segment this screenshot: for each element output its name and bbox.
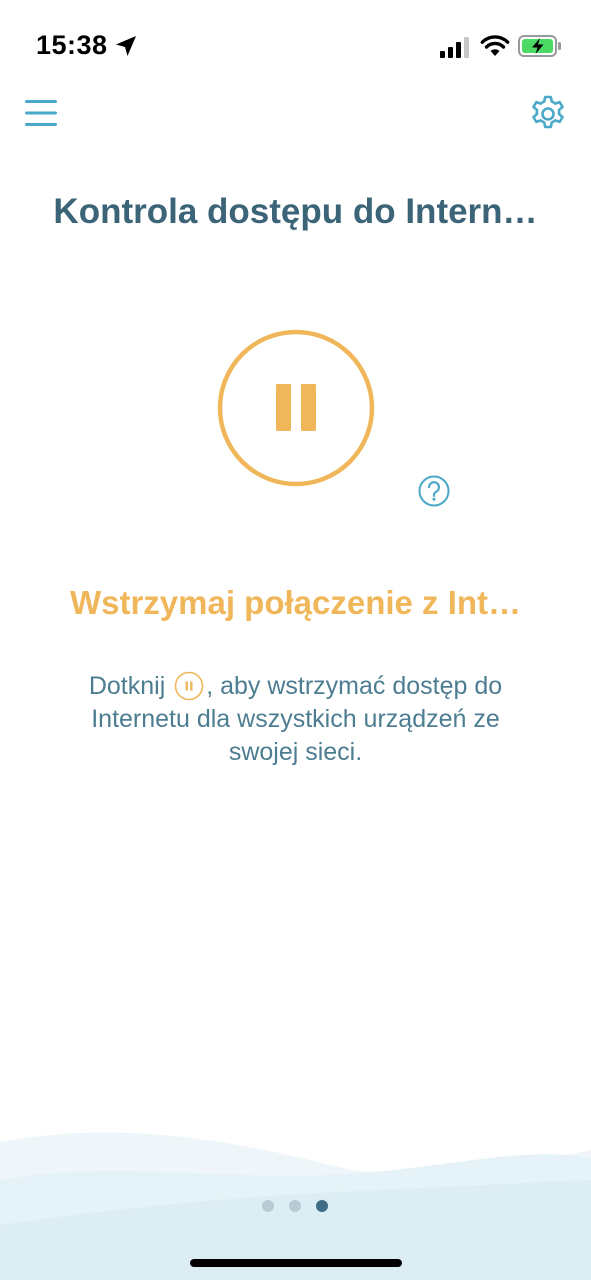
page-indicator xyxy=(258,1200,334,1214)
help-button[interactable] xyxy=(417,474,451,508)
battery-charging-icon xyxy=(518,35,561,57)
question-icon xyxy=(418,475,450,507)
pause-icon xyxy=(276,384,316,431)
menu-button[interactable] xyxy=(22,94,60,132)
home-indicator[interactable] xyxy=(190,1259,402,1267)
cellular-signal-icon xyxy=(440,37,469,58)
settings-button[interactable] xyxy=(528,94,568,134)
pause-internet-button[interactable] xyxy=(217,329,375,487)
page-title: Kontrola dostępu do Intern… xyxy=(53,192,538,231)
location-arrow-icon xyxy=(116,36,136,56)
gear-icon xyxy=(532,95,564,129)
inline-pause-icon xyxy=(174,671,204,701)
pause-subtitle: Wstrzymaj połączenie z Int… xyxy=(69,584,522,621)
hamburger-icon xyxy=(25,100,57,126)
page-dot-1[interactable] xyxy=(262,1200,274,1212)
wifi-icon xyxy=(480,35,510,56)
page-dot-3-active[interactable] xyxy=(316,1200,328,1212)
page-dot-2[interactable] xyxy=(289,1200,301,1212)
pause-description: Dotknij , aby wstrzymać dostęp do Intern… xyxy=(60,670,531,769)
screen: 15:38 Kontrola dostępu do Intern… Wstrzy… xyxy=(0,0,591,1280)
status-time: 15:38 xyxy=(36,30,108,60)
description-text-before: Dotknij xyxy=(88,672,166,700)
